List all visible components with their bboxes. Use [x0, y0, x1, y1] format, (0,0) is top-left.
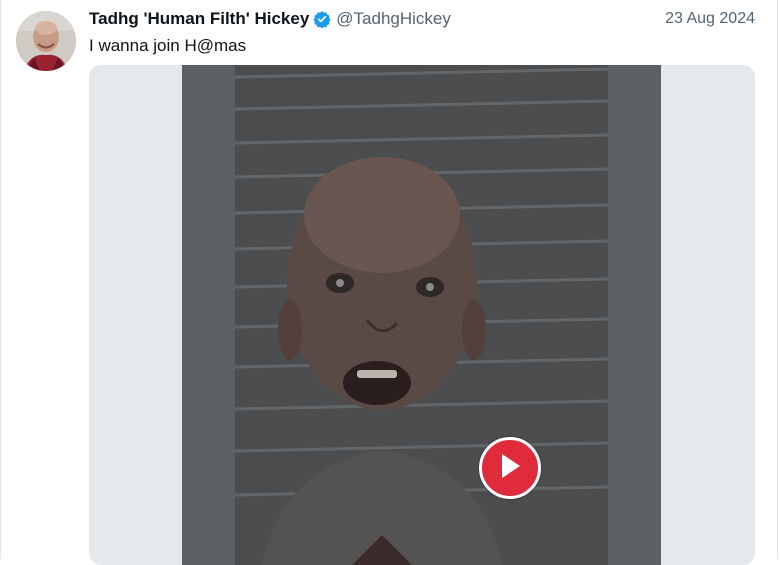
video-thumbnail: [182, 65, 661, 565]
author-handle[interactable]: @TadhgHickey: [336, 9, 451, 29]
play-icon: [499, 453, 521, 484]
right-divider: [777, 0, 778, 559]
tweet-text: I wanna join H@mas: [89, 36, 247, 55]
video-player[interactable]: [89, 65, 755, 565]
tweet-embed: Tadhg 'Human Filth' Hickey @TadhgHickey …: [0, 0, 780, 565]
tweet-header: Tadhg 'Human Filth' Hickey @TadhgHickey …: [89, 8, 759, 30]
verified-badge-icon: [313, 10, 331, 28]
play-button[interactable]: [479, 437, 541, 499]
author-display-name[interactable]: Tadhg 'Human Filth' Hickey: [89, 9, 309, 29]
avatar[interactable]: [16, 11, 76, 71]
left-divider: [0, 0, 1, 559]
tweet-date[interactable]: 23 Aug 2024: [665, 10, 755, 28]
